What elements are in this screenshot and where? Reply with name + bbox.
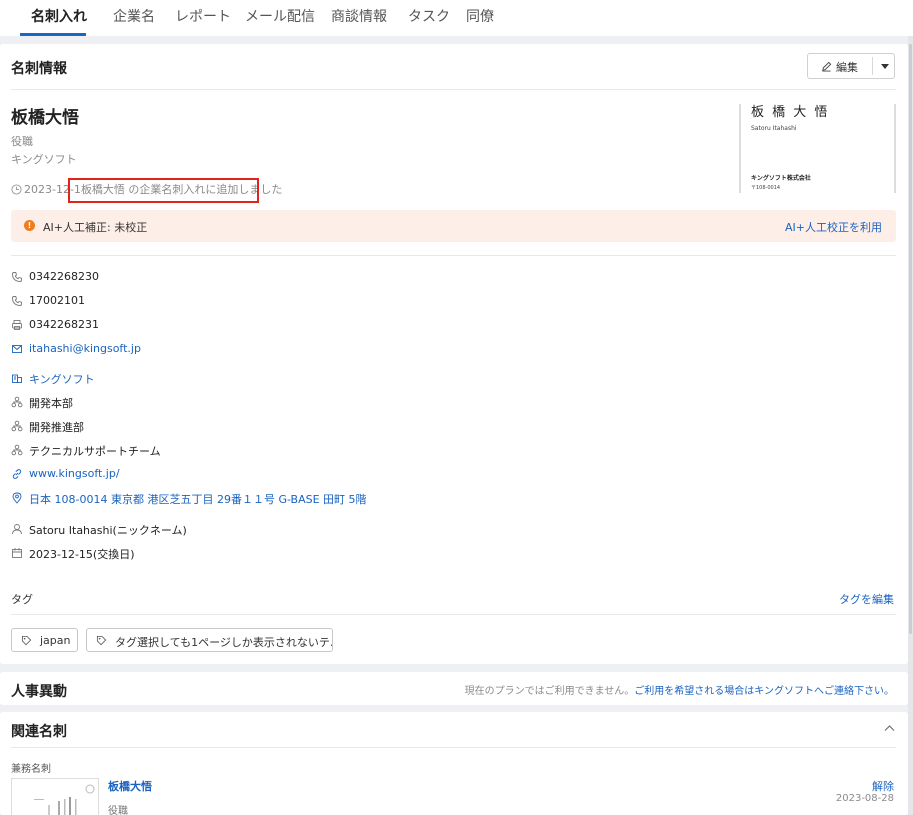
section-title: 人事異動 [11,684,67,700]
building-icon [12,374,22,383]
pencil-icon [822,61,832,72]
card-image-name: 板 橋 大 悟 [751,105,830,120]
edit-separator [872,57,873,75]
divider [11,255,896,256]
tab-deals[interactable]: 商談情報 [331,6,387,26]
phone-icon [12,296,22,306]
tag-chip[interactable]: タグ選択しても1ページしか表示されないテ… [86,628,333,652]
related-card-image[interactable] [11,778,99,815]
link-icon [12,469,22,479]
edit-label: 編集 [836,61,858,74]
tag-icon [96,635,107,646]
company-link[interactable]: キングソフト [29,371,95,387]
org-icon [11,420,23,432]
phone-value[interactable]: 0342268230 [29,270,99,283]
scrollbar-thumb[interactable] [909,44,912,634]
divider [11,89,896,90]
person-company: キングソフト [11,153,77,166]
chevron-up-icon[interactable] [884,724,895,732]
ai-status-text: AI+人工補正: 未校正 [43,221,148,234]
tab-company[interactable]: 企業名 [113,6,155,26]
tab-report[interactable]: レポート [175,6,231,26]
user-icon [12,524,22,535]
top-nav: 名刺入れ 企業名 レポート メール配信 商談情報 タスク 同僚 [0,0,913,36]
org-icon [11,396,23,408]
business-card-image[interactable]: 板 橋 大 悟 Satoru Itahashi キングソフト株式会社 〒108-… [739,104,896,193]
card-image-company: キングソフト株式会社 [751,175,811,182]
tab-tasks[interactable]: タスク [408,6,450,26]
person-name: 板橋大悟 [11,108,79,128]
personnel-change-panel: 人事異動 現在のプランではご利用できません。ご利用を希望される場合はキングソフト… [0,672,908,705]
exchange-date-value: 2023-12-15(交換日) [29,548,135,561]
highlight-box [68,178,259,203]
website-link[interactable]: www.kingsoft.jp/ [29,467,120,480]
tab-colleagues[interactable]: 同僚 [466,6,494,26]
edit-button[interactable]: 編集 [807,53,895,79]
unlink-button[interactable]: 解除 [872,778,894,794]
department-value: テクニカルサポートチーム [29,445,161,458]
department-value: 開発推進部 [29,421,84,434]
related-card-date: 2023-08-28 [835,793,894,804]
mail-icon [12,345,22,353]
calendar-icon [12,548,22,558]
ai-correction-link[interactable]: AI+人工校正を利用 [785,219,882,235]
tag-chip[interactable]: japan [11,628,78,652]
card-info-panel: 名刺情報 編集 板橋大悟 役職 キングソフト 2023-12-1板橋大悟 の企業… [0,44,908,664]
related-card-name[interactable]: 板橋大悟 [108,778,152,794]
location-pin-icon [12,492,22,504]
tags-label: タグ [11,593,33,606]
mobile-value[interactable]: 17002101 [29,294,85,307]
department-value: 開発本部 [29,397,73,410]
clock-icon [11,184,22,195]
section-title: 関連名刺 [11,724,67,740]
tab-mail[interactable]: メール配信 [245,6,315,26]
org-icon [11,444,23,456]
tab-meishi-ire[interactable]: 名刺入れ [31,6,87,26]
divider [11,747,896,748]
tags-edit-link[interactable]: タグを編集 [839,591,894,607]
contact-link[interactable]: ご利用を希望される場合はキングソフトへご連絡下さい。 [634,686,894,697]
plan-notice: 現在のプランではご利用できません。ご利用を希望される場合はキングソフトへご連絡下… [465,682,894,697]
related-card-role: 役職 [108,806,128,815]
card-image-roman: Satoru Itahashi [751,125,797,132]
fax-value: 0342268231 [29,318,99,331]
card-image-postal: 〒108-0014 [751,185,781,191]
divider [11,614,896,615]
phone-icon [12,272,22,282]
related-cards-panel: 関連名刺 兼務名刺 板橋大悟 役職 解除 2023-08-28 [0,712,908,815]
concurrent-card-label: 兼務名刺 [11,764,51,775]
address-link[interactable]: 日本 108-0014 東京都 港区芝五丁目 29番１１号 G-BASE 田町 … [29,491,367,507]
plan-notice-text: 現在のプランではご利用できません。 [464,686,635,697]
fax-icon [12,320,22,330]
email-link[interactable]: itahashi@kingsoft.jp [29,342,141,355]
active-tab-indicator [20,33,86,36]
nickname-value: Satoru Itahashi(ニックネーム) [29,524,187,537]
warning-icon: ! [24,220,35,231]
tag-chip-label: japan [40,634,71,647]
section-title: 名刺情報 [11,61,67,77]
edit-dropdown-caret-icon[interactable] [881,64,889,69]
tag-icon [21,635,32,646]
card-thumbnail-graphic [34,784,95,815]
tag-chip-label: タグ選択しても1ページしか表示されないテ… [115,636,333,649]
person-role: 役職 [11,135,33,148]
ai-correction-bar: ! AI+人工補正: 未校正 AI+人工校正を利用 [11,210,896,242]
